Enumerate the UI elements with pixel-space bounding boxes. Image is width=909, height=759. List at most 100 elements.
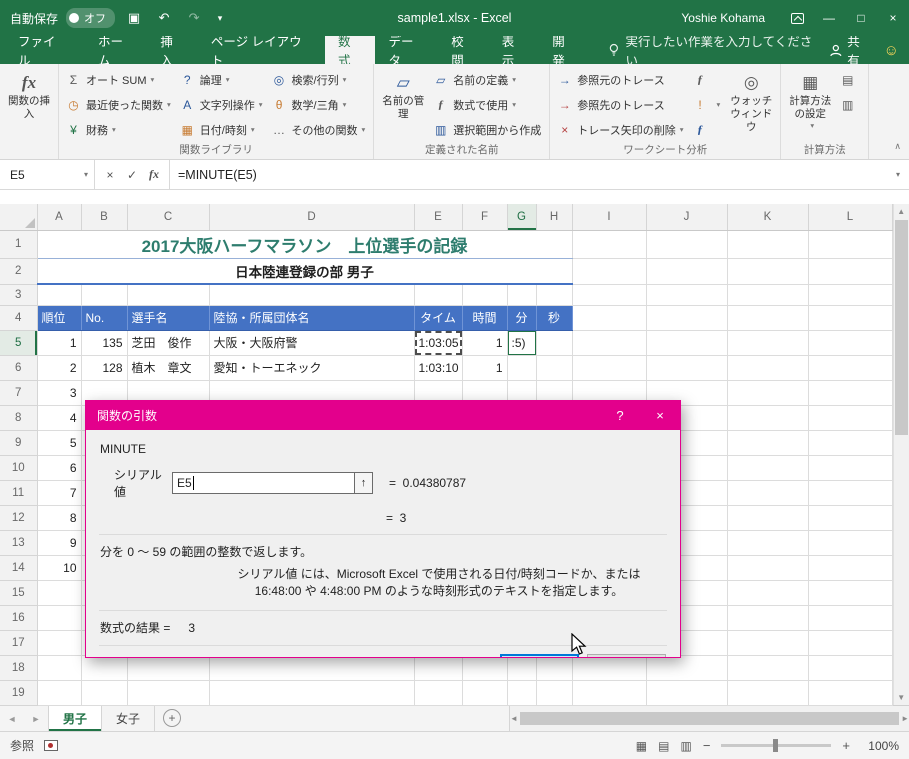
cell[interactable] (808, 680, 893, 706)
cell[interactable] (414, 284, 463, 306)
cell[interactable] (37, 680, 82, 706)
logical-button[interactable]: ? 論理 ▾ (176, 67, 268, 92)
cell[interactable] (536, 330, 573, 356)
cell[interactable] (808, 405, 893, 431)
name-box-dropdown-icon[interactable]: ▾ (84, 170, 94, 179)
dialog-close-icon[interactable]: × (640, 401, 680, 430)
column-header-I[interactable]: I (572, 204, 647, 231)
tab-review[interactable]: 校閲 (438, 35, 489, 68)
cell[interactable] (808, 505, 893, 531)
watch-window-button[interactable]: ◎ ウォッチ ウィンドウ (725, 66, 777, 143)
row-header-4[interactable]: 4 (0, 305, 38, 331)
row-header-13[interactable]: 13 (0, 530, 38, 556)
row-header-9[interactable]: 9 (0, 430, 38, 456)
cell[interactable] (808, 630, 893, 656)
cell[interactable] (81, 284, 128, 306)
cell[interactable] (808, 430, 893, 456)
undo-icon[interactable]: ↶ (153, 10, 175, 26)
row-header-11[interactable]: 11 (0, 480, 38, 506)
cell[interactable] (808, 555, 893, 581)
minimize-icon[interactable]: — (813, 0, 845, 36)
page-layout-view-icon[interactable]: ▤ (658, 739, 669, 753)
column-header-G[interactable]: G (507, 204, 537, 231)
user-name[interactable]: Yoshie Kohama (681, 11, 765, 25)
cell[interactable] (727, 330, 809, 356)
text-functions-button[interactable]: A 文字列操作 ▾ (176, 92, 268, 117)
cell[interactable] (727, 305, 809, 331)
row-header-5[interactable]: 5 (0, 330, 38, 356)
sheet-nav-right-icon[interactable]: ► (24, 706, 48, 731)
cell[interactable] (507, 355, 537, 381)
ok-button[interactable]: OK (500, 653, 579, 657)
scroll-right-icon[interactable]: ► (901, 711, 909, 726)
column-header-H[interactable]: H (536, 204, 573, 231)
cell[interactable] (727, 230, 809, 259)
cell[interactable] (727, 605, 809, 631)
formula-bar-expand-icon[interactable]: ▾ (887, 160, 909, 189)
table-header-cell[interactable]: 陸協・所属団体名 (209, 305, 415, 331)
cell[interactable] (646, 284, 728, 306)
sheet-tab-danshi[interactable]: 男子 (48, 706, 103, 731)
scroll-up-icon[interactable]: ▲ (897, 204, 905, 219)
row-header-14[interactable]: 14 (0, 555, 38, 581)
tab-page-layout[interactable]: ページ レイアウト (198, 35, 325, 68)
recent-functions-button[interactable]: ◷ 最近使った関数 ▾ (62, 92, 176, 117)
cell[interactable] (127, 284, 210, 306)
cell[interactable] (727, 430, 809, 456)
cell[interactable]: 5 (37, 430, 82, 456)
cell[interactable] (572, 680, 647, 706)
zoom-slider[interactable] (721, 739, 832, 752)
financial-button[interactable]: ¥ 財務 ▾ (62, 117, 176, 142)
cell[interactable] (81, 680, 128, 706)
cell[interactable] (37, 580, 82, 606)
column-header-L[interactable]: L (808, 204, 893, 231)
row-header-3[interactable]: 3 (0, 284, 38, 306)
cell[interactable]: 芝田 俊作 (127, 330, 210, 356)
customize-quick-access-icon[interactable]: ▾ (213, 13, 227, 24)
argument-input[interactable]: E5 (172, 472, 355, 494)
tab-insert[interactable]: 挿入 (147, 35, 198, 68)
row-header-7[interactable]: 7 (0, 380, 38, 406)
cell[interactable] (572, 305, 647, 331)
insert-function-button[interactable]: fx 関数の挿入 (3, 66, 55, 143)
cell[interactable] (209, 680, 415, 706)
select-all-button[interactable] (0, 204, 38, 231)
table-header-cell[interactable]: 分 (507, 305, 537, 331)
cell[interactable] (808, 605, 893, 631)
cell[interactable] (808, 480, 893, 506)
row-header-2[interactable]: 2 (0, 258, 38, 285)
row-header-19[interactable]: 19 (0, 680, 38, 706)
tab-developer[interactable]: 開発 (539, 35, 590, 68)
cell[interactable] (414, 680, 463, 706)
cell[interactable]: 135 (81, 330, 128, 356)
cell[interactable] (808, 580, 893, 606)
column-header-D[interactable]: D (209, 204, 415, 231)
trace-dependents-button[interactable]: → 参照先のトレース (553, 92, 688, 117)
cell[interactable] (572, 330, 647, 356)
row-header-8[interactable]: 8 (0, 405, 38, 431)
enter-entry-icon[interactable]: ✓ (121, 168, 143, 182)
cell[interactable] (462, 284, 508, 306)
cell[interactable]: 愛知・トーエネック (209, 355, 415, 381)
column-header-J[interactable]: J (646, 204, 728, 231)
scroll-left-icon[interactable]: ◄ (510, 711, 518, 726)
cell[interactable] (808, 330, 893, 356)
row-header-10[interactable]: 10 (0, 455, 38, 481)
table-header-cell[interactable]: 順位 (37, 305, 82, 331)
cell[interactable]: 7 (37, 480, 82, 506)
cell[interactable] (727, 630, 809, 656)
tell-me-box[interactable]: 実行したい作業を入力してください (608, 35, 821, 68)
cell[interactable] (727, 284, 809, 306)
save-icon[interactable]: ▣ (123, 10, 145, 26)
cell[interactable] (808, 530, 893, 556)
row-header-15[interactable]: 15 (0, 580, 38, 606)
cell[interactable] (646, 355, 728, 381)
add-sheet-button[interactable]: + (163, 709, 182, 727)
macro-record-icon[interactable] (44, 740, 59, 751)
math-trig-button[interactable]: θ 数学/三角 ▾ (268, 92, 371, 117)
formula-input[interactable]: =MINUTE(E5) (170, 160, 887, 189)
cell[interactable] (127, 655, 210, 681)
close-icon[interactable]: × (877, 0, 909, 36)
row-header-17[interactable]: 17 (0, 630, 38, 656)
cell[interactable] (536, 284, 573, 306)
